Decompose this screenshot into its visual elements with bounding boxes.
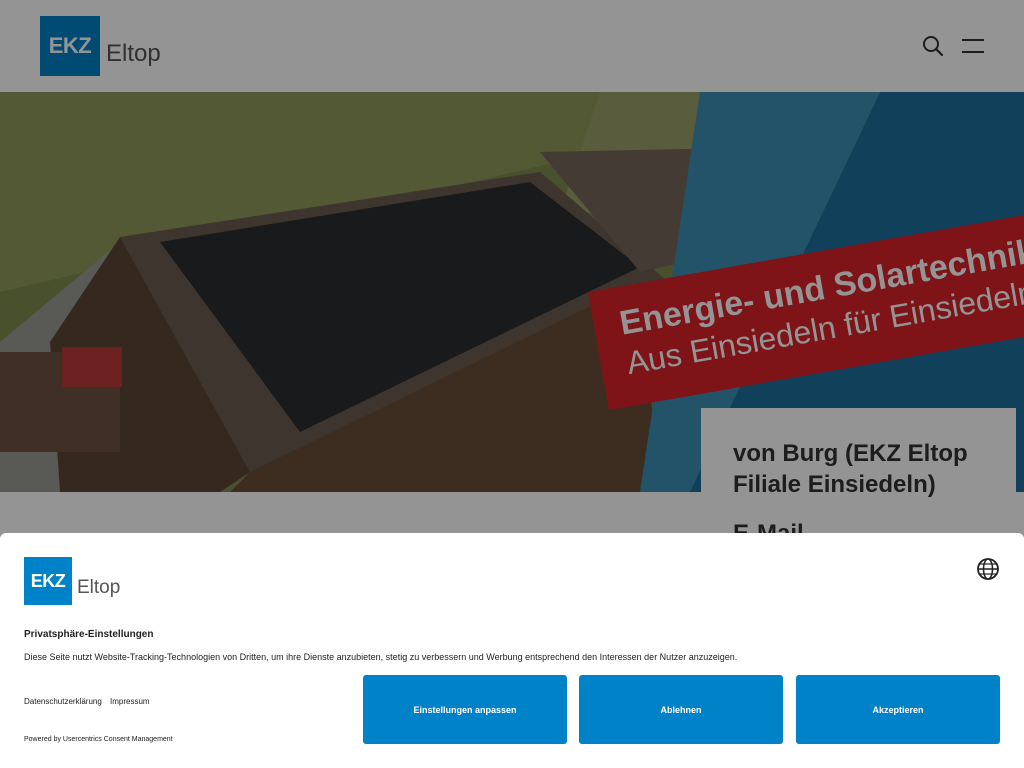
consent-logo: EKZ Eltop xyxy=(24,557,120,605)
deny-button[interactable]: Ablehnen xyxy=(579,675,783,744)
consent-title: Privatsphäre-Einstellungen xyxy=(24,629,154,640)
consent-logo-name: Eltop xyxy=(77,577,121,598)
imprint-link[interactable]: Impressum xyxy=(110,697,150,706)
accept-button[interactable]: Akzeptieren xyxy=(796,675,1000,744)
privacy-policy-link[interactable]: Datenschutzerklärung xyxy=(24,697,102,706)
consent-description: Diese Seite nutzt Website-Tracking-Techn… xyxy=(24,652,738,662)
settings-button[interactable]: Einstellungen anpassen xyxy=(363,675,567,744)
consent-logo-mark: EKZ xyxy=(24,557,72,605)
consent-dialog: EKZ Eltop Privatsphäre-Einstellungen Die… xyxy=(0,533,1024,768)
powered-by[interactable]: Powered by Usercentrics Consent Manageme… xyxy=(24,736,173,743)
globe-icon[interactable] xyxy=(976,557,1000,581)
